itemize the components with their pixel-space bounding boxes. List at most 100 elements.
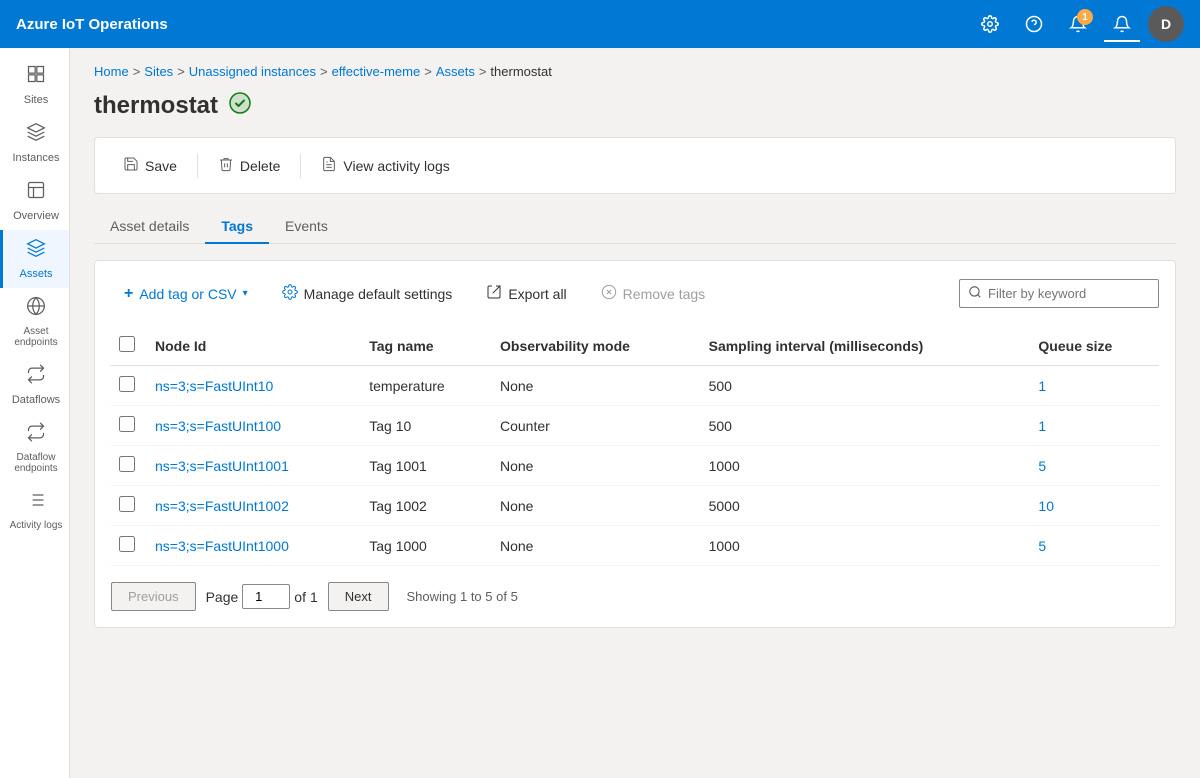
cell-queue-size[interactable]: 5: [1030, 526, 1159, 566]
alerts-button[interactable]: [1104, 6, 1140, 42]
cell-sampling: 500: [701, 366, 1031, 406]
sidebar-item-instances[interactable]: Instances: [0, 114, 69, 172]
tab-events[interactable]: Events: [269, 210, 344, 244]
export-button[interactable]: Export all: [473, 277, 579, 310]
sidebar-item-dataflows[interactable]: Dataflows: [0, 356, 69, 414]
page-input-wrap: Page of 1: [206, 584, 318, 609]
breadcrumb-unassigned[interactable]: Unassigned instances: [189, 64, 316, 79]
breadcrumb-assets[interactable]: Assets: [436, 64, 475, 79]
table-row: ns=3;s=FastUInt1000 Tag 1000 None 1000 5: [111, 526, 1159, 566]
cell-tag-name: Tag 1002: [361, 486, 492, 526]
sidebar-label-asset-endpoints: Asset endpoints: [7, 326, 65, 348]
dataflow-endpoints-icon: [26, 422, 46, 448]
sidebar-item-assets[interactable]: Assets: [0, 230, 69, 288]
row-checkbox-cell[interactable]: [111, 526, 147, 566]
sidebar-label-instances: Instances: [12, 152, 59, 164]
table-row: ns=3;s=FastUInt1001 Tag 1001 None 1000 5: [111, 446, 1159, 486]
node-id-link[interactable]: ns=3;s=FastUInt1002: [155, 498, 289, 514]
node-id-link[interactable]: ns=3;s=FastUInt10: [155, 378, 273, 394]
sidebar-item-overview[interactable]: Overview: [0, 172, 69, 230]
sidebar-label-sites: Sites: [24, 94, 48, 106]
user-avatar[interactable]: D: [1148, 6, 1184, 42]
row-checkbox-0[interactable]: [119, 376, 135, 392]
breadcrumb-sites[interactable]: Sites: [144, 64, 173, 79]
cell-node-id[interactable]: ns=3;s=FastUInt10: [147, 366, 361, 406]
select-all-checkbox[interactable]: [119, 336, 135, 352]
filter-input[interactable]: [988, 286, 1150, 301]
page-number-input[interactable]: [242, 584, 290, 609]
row-checkbox-2[interactable]: [119, 456, 135, 472]
row-checkbox-3[interactable]: [119, 496, 135, 512]
assets-icon: [26, 238, 46, 264]
nav-icons: 1 D: [972, 6, 1184, 42]
next-button[interactable]: Next: [328, 582, 389, 611]
table-row: ns=3;s=FastUInt10 temperature None 500 1: [111, 366, 1159, 406]
save-icon: [123, 156, 139, 175]
cell-queue-size[interactable]: 1: [1030, 366, 1159, 406]
row-checkbox-4[interactable]: [119, 536, 135, 552]
overview-icon: [26, 180, 46, 206]
row-checkbox-cell[interactable]: [111, 446, 147, 486]
sidebar-label-activity-logs: Activity logs: [10, 520, 63, 531]
cell-observability: None: [492, 366, 701, 406]
app-title: Azure IoT Operations: [16, 16, 972, 33]
cell-observability: Counter: [492, 406, 701, 446]
sidebar-item-activity-logs[interactable]: Activity logs: [0, 482, 69, 539]
notifications-button[interactable]: 1: [1060, 6, 1096, 42]
page-label: Page: [206, 589, 239, 605]
manage-settings-button[interactable]: Manage default settings: [269, 277, 466, 310]
cell-queue-size[interactable]: 5: [1030, 446, 1159, 486]
breadcrumb-home[interactable]: Home: [94, 64, 129, 79]
sites-icon: [26, 64, 46, 90]
cell-node-id[interactable]: ns=3;s=FastUInt1002: [147, 486, 361, 526]
cell-sampling: 1000: [701, 446, 1031, 486]
export-label: Export all: [508, 286, 566, 302]
content-area: Home > Sites > Unassigned instances > ef…: [70, 48, 1200, 778]
tab-tags[interactable]: Tags: [205, 210, 269, 244]
cell-sampling: 1000: [701, 526, 1031, 566]
node-id-link[interactable]: ns=3;s=FastUInt1001: [155, 458, 289, 474]
breadcrumb-current: thermostat: [490, 64, 551, 79]
row-checkbox-cell[interactable]: [111, 406, 147, 446]
save-button[interactable]: Save: [111, 150, 189, 181]
filter-input-wrap[interactable]: [959, 279, 1159, 308]
showing-text: Showing 1 to 5 of 5: [407, 589, 518, 604]
row-checkbox-1[interactable]: [119, 416, 135, 432]
add-tag-button[interactable]: + Add tag or CSV ▾: [111, 278, 261, 310]
cell-observability: None: [492, 486, 701, 526]
breadcrumb-effective-meme[interactable]: effective-meme: [332, 64, 421, 79]
col-sampling: Sampling interval (milliseconds): [701, 326, 1031, 366]
view-activity-button[interactable]: View activity logs: [309, 150, 461, 181]
instances-icon: [26, 122, 46, 148]
activity-logs-icon: [26, 490, 46, 516]
cell-queue-size[interactable]: 10: [1030, 486, 1159, 526]
help-button[interactable]: [1016, 6, 1052, 42]
sidebar-item-dataflow-endpoints[interactable]: Dataflow endpoints: [0, 414, 69, 482]
delete-button[interactable]: Delete: [206, 150, 292, 181]
top-navigation: Azure IoT Operations 1 D: [0, 0, 1200, 48]
row-checkbox-cell[interactable]: [111, 486, 147, 526]
delete-icon: [218, 156, 234, 175]
sidebar-label-assets: Assets: [19, 268, 52, 280]
cell-node-id[interactable]: ns=3;s=FastUInt100: [147, 406, 361, 446]
node-id-link[interactable]: ns=3;s=FastUInt1000: [155, 538, 289, 554]
cell-node-id[interactable]: ns=3;s=FastUInt1001: [147, 446, 361, 486]
cell-node-id[interactable]: ns=3;s=FastUInt1000: [147, 526, 361, 566]
previous-button[interactable]: Previous: [111, 582, 196, 611]
sidebar-item-sites[interactable]: Sites: [0, 56, 69, 114]
select-all-header[interactable]: [111, 326, 147, 366]
row-checkbox-cell[interactable]: [111, 366, 147, 406]
cell-sampling: 500: [701, 406, 1031, 446]
sidebar: Sites Instances Overview Assets Asset en…: [0, 48, 70, 778]
sidebar-label-overview: Overview: [13, 210, 59, 222]
data-table: Node Id Tag name Observability mode Samp…: [111, 326, 1159, 566]
sidebar-item-asset-endpoints[interactable]: Asset endpoints: [0, 288, 69, 356]
settings-button[interactable]: [972, 6, 1008, 42]
asset-endpoints-icon: [26, 296, 46, 322]
node-id-link[interactable]: ns=3;s=FastUInt100: [155, 418, 281, 434]
main-layout: Sites Instances Overview Assets Asset en…: [0, 48, 1200, 778]
tab-asset-details[interactable]: Asset details: [94, 210, 205, 244]
cell-queue-size[interactable]: 1: [1030, 406, 1159, 446]
cell-tag-name: temperature: [361, 366, 492, 406]
remove-tags-button[interactable]: Remove tags: [588, 277, 718, 310]
